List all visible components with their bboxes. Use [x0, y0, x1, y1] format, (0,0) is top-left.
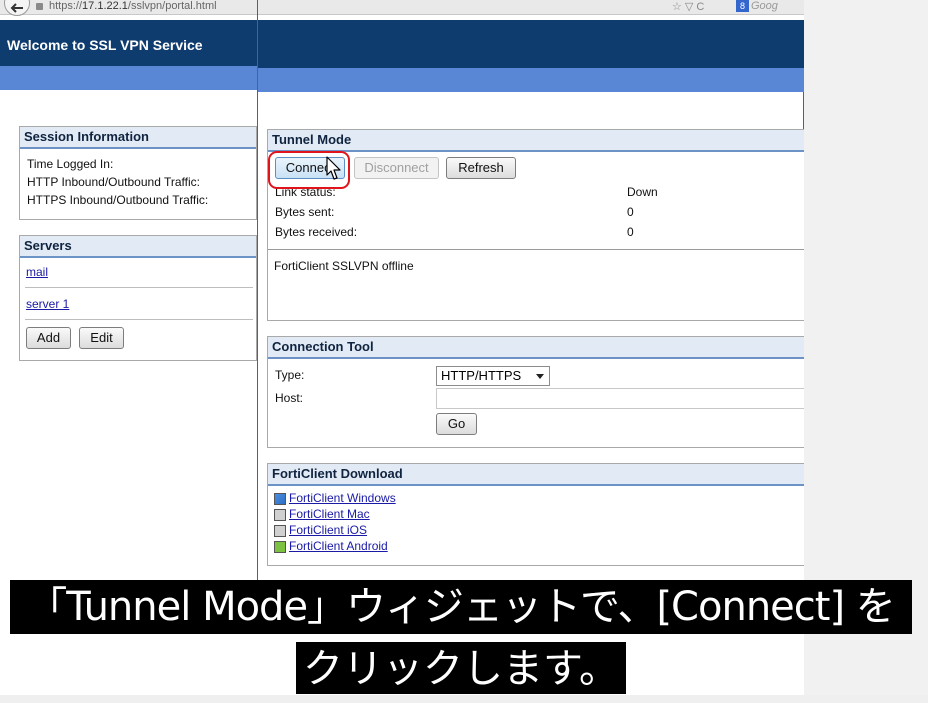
page-background-bottom — [0, 695, 928, 703]
disconnect-button[interactable]: Disconnect — [354, 157, 439, 179]
host-input[interactable] — [436, 388, 804, 409]
bytes-received-value: 0 — [627, 225, 634, 239]
connection-tool-panel: Connection Tool Type: HTTP/HTTPS Host: G… — [267, 336, 804, 448]
lock-icon — [36, 2, 43, 10]
bookmark-reload-icons[interactable]: ☆ ▽ C — [672, 0, 732, 14]
forticlient-download-panel: FortiClient Download FortiClient Windows… — [267, 463, 804, 566]
type-label: Type: — [275, 368, 305, 382]
servers-panel: Servers mail server 1 Add Edit — [19, 235, 257, 361]
connection-type-select[interactable]: HTTP/HTTPS — [436, 366, 550, 386]
url-host: 17.1.22.1 — [82, 0, 128, 12]
download-link-android[interactable]: FortiClient Android — [289, 539, 388, 553]
right-header-bar — [258, 20, 804, 68]
session-panel-title: Session Information — [20, 127, 256, 149]
url-prefix: https:// — [49, 0, 83, 12]
page-title: Welcome to SSL VPN Service — [7, 37, 203, 53]
tunnel-status-message: FortiClient SSLVPN offline — [274, 259, 414, 273]
left-sub-band — [0, 66, 257, 90]
server-link-server-1[interactable]: server 1 — [26, 297, 69, 311]
refresh-button[interactable]: Refresh — [446, 157, 516, 179]
subtitle-line-2: クリックします。 — [296, 642, 626, 694]
search-box[interactable]: 8 Goog — [736, 0, 804, 14]
connection-type-value: HTTP/HTTPS — [441, 368, 522, 383]
session-information-panel: Session Information Time Logged In: HTTP… — [19, 126, 257, 220]
add-server-button[interactable]: Add — [26, 327, 71, 349]
download-link-mac[interactable]: FortiClient Mac — [289, 507, 370, 521]
edit-server-button[interactable]: Edit — [79, 327, 124, 349]
servers-divider — [25, 319, 253, 320]
tunnel-divider — [268, 249, 804, 250]
android-icon — [274, 541, 286, 553]
apple-icon — [274, 525, 286, 537]
apple-icon — [274, 509, 286, 521]
servers-panel-title: Servers — [20, 236, 256, 258]
bytes-sent-label: Bytes sent: — [275, 205, 335, 219]
go-button[interactable]: Go — [436, 413, 477, 435]
tunnel-panel-title: Tunnel Mode — [268, 130, 804, 152]
windows-icon — [274, 493, 286, 505]
right-sub-band — [258, 68, 804, 92]
download-link-ios[interactable]: FortiClient iOS — [289, 523, 367, 537]
download-link-windows[interactable]: FortiClient Windows — [289, 491, 396, 505]
subtitle-line-1: 「Tunnel Mode」ウィジェットで、[Connect] を — [10, 580, 912, 634]
back-arrow-icon — [10, 3, 23, 13]
download-panel-title: FortiClient Download — [268, 464, 804, 486]
host-label: Host: — [275, 391, 304, 405]
http-traffic-label: HTTP Inbound/Outbound Traffic: — [27, 175, 200, 189]
https-traffic-label: HTTPS Inbound/Outbound Traffic: — [27, 193, 209, 207]
link-status-value: Down — [627, 185, 658, 199]
mouse-cursor-icon — [326, 156, 341, 180]
bytes-received-label: Bytes received: — [275, 225, 358, 239]
chevron-down-icon — [536, 374, 544, 379]
server-link-mail[interactable]: mail — [26, 265, 48, 279]
address-bar[interactable]: https://17.1.22.1/sslvpn/portal.html — [36, 0, 250, 12]
connection-tool-title: Connection Tool — [268, 337, 804, 359]
time-logged-in-label: Time Logged In: — [27, 157, 114, 171]
bytes-sent-value: 0 — [627, 205, 634, 219]
url-path: /sslvpn/portal.html — [127, 0, 217, 12]
servers-divider — [25, 287, 253, 288]
google-icon: 8 — [736, 0, 749, 12]
search-placeholder: Goog — [751, 0, 778, 12]
